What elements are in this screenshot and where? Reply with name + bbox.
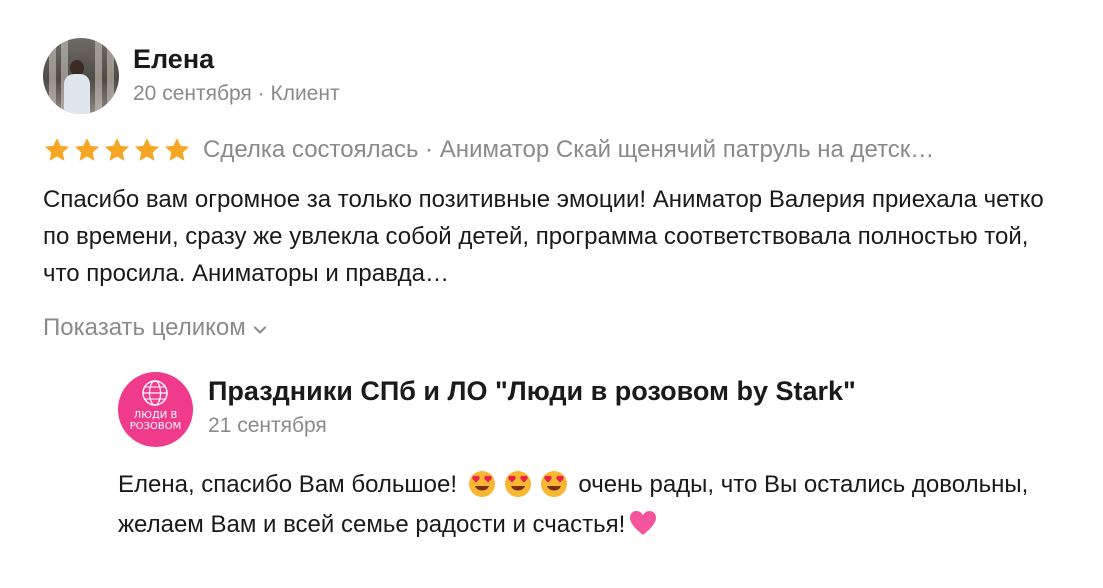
reviewer-name[interactable]: Елена (133, 44, 214, 75)
heart-eyes-emoji-icon (468, 471, 495, 497)
show-full-review-link[interactable]: Показать целиком (43, 314, 268, 342)
star-icon (104, 138, 130, 161)
reviewer-avatar[interactable] (43, 38, 119, 114)
star-icon (164, 138, 190, 161)
business-reply-text: Елена, спасибо Вам большое! очень рады, … (118, 465, 1078, 545)
review-text: Спасибо вам огромное за только позитивны… (43, 186, 1044, 287)
deal-status-text[interactable]: Сделка состоялась · Аниматор Скай щенячи… (203, 136, 1083, 164)
star-icon (134, 138, 160, 161)
review-card: Елена 20 сентября · Клиент Сделка состоя… (0, 0, 1103, 588)
star-icon (74, 138, 100, 161)
heart-eyes-emoji-icon (504, 471, 531, 497)
heart-eyes-emoji-icon (540, 471, 567, 497)
pink-heart-icon (630, 511, 657, 535)
reply-date: 21 сентября (208, 414, 327, 437)
chevron-down-icon (253, 326, 266, 334)
business-name[interactable]: Праздники СПб и ЛО "Люди в розовом by St… (208, 376, 856, 407)
review-date-meta: 20 сентября · Клиент (133, 82, 340, 105)
business-logo-text: ЛЮДИ В РОЗОВОМ (129, 410, 182, 432)
business-logo-avatar[interactable]: ЛЮДИ В РОЗОВОМ (118, 372, 193, 447)
star-icon (44, 138, 70, 161)
rating-row: Сделка состоялась · Аниматор Скай щенячи… (43, 133, 1083, 167)
globe-icon (142, 380, 168, 406)
star-rating (43, 136, 191, 164)
reply-text-part1: Елена, спасибо Вам большое! (118, 471, 458, 498)
show-more-label: Показать целиком (43, 314, 246, 341)
